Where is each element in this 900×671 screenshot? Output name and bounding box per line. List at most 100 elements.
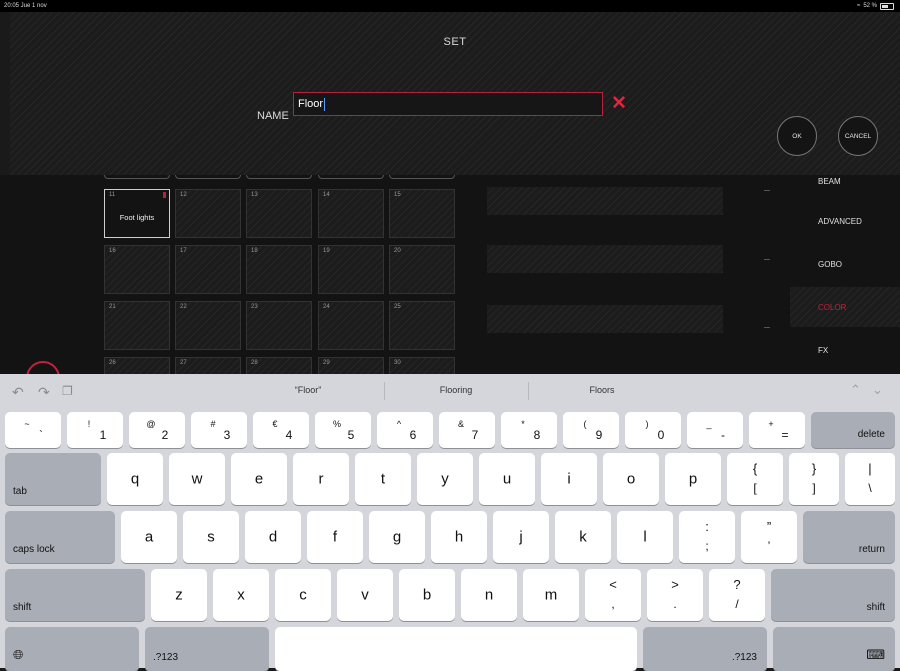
preset-cell[interactable]: 25 bbox=[389, 301, 455, 350]
letter-key[interactable]: j bbox=[493, 511, 549, 563]
letter-key[interactable]: u bbox=[479, 453, 535, 505]
delete-key[interactable]: delete bbox=[811, 412, 895, 448]
preset-cell[interactable]: 24 bbox=[318, 301, 384, 350]
key[interactable]: #3 bbox=[191, 412, 247, 448]
letter-key[interactable]: y bbox=[417, 453, 473, 505]
tab-key[interactable]: tab bbox=[5, 453, 101, 505]
key[interactable]: ~ ` bbox=[5, 412, 61, 448]
letter-key[interactable]: m bbox=[523, 569, 579, 621]
menu-item-color[interactable]: COLOR bbox=[790, 287, 900, 327]
return-key[interactable]: return bbox=[803, 511, 895, 563]
slider-band[interactable] bbox=[487, 187, 723, 215]
redo-icon[interactable]: ↷ bbox=[38, 384, 50, 401]
key[interactable]: _ - bbox=[687, 412, 743, 448]
suggestion-item[interactable]: Floors bbox=[542, 385, 662, 395]
preset-cell[interactable]: 27 bbox=[175, 357, 241, 375]
letter-key[interactable]: f bbox=[307, 511, 363, 563]
chevron-down-icon[interactable]: ⌄ bbox=[872, 382, 883, 398]
letter-key[interactable]: x bbox=[213, 569, 269, 621]
letter-key[interactable]: t bbox=[355, 453, 411, 505]
key-char: e bbox=[254, 470, 264, 488]
ok-button[interactable]: OK bbox=[777, 116, 817, 156]
symbol-key[interactable]: | \ bbox=[845, 453, 895, 505]
letter-key[interactable]: k bbox=[555, 511, 611, 563]
symbol-key[interactable]: ”’ bbox=[741, 511, 797, 563]
suggestion-item[interactable]: “Floor” bbox=[248, 385, 368, 395]
symbol-key[interactable]: :; bbox=[679, 511, 735, 563]
paste-icon[interactable]: ❐ bbox=[62, 384, 73, 398]
key[interactable]: % 5 bbox=[315, 412, 371, 448]
numbers-key-left[interactable]: .?123 bbox=[145, 627, 269, 671]
preset-cell[interactable]: 29 bbox=[318, 357, 384, 375]
key[interactable]: & 7 bbox=[439, 412, 495, 448]
chevron-up-icon[interactable]: ⌃ bbox=[850, 382, 861, 398]
symbol-key[interactable]: >. bbox=[647, 569, 703, 621]
slider-band[interactable] bbox=[487, 245, 723, 273]
numbers-key-right[interactable]: .?123 bbox=[643, 627, 767, 671]
preset-cell[interactable]: 15 bbox=[389, 189, 455, 238]
preset-cell[interactable]: 28 bbox=[246, 357, 312, 375]
caps-lock-key[interactable]: caps lock bbox=[5, 511, 115, 563]
preset-cell[interactable]: 30 bbox=[389, 357, 455, 375]
preset-cell[interactable]: 17 bbox=[175, 245, 241, 294]
key-shift-char: > bbox=[671, 577, 679, 592]
preset-cell[interactable]: 18 bbox=[246, 245, 312, 294]
letter-key[interactable]: p bbox=[665, 453, 721, 505]
clear-input-icon[interactable]: ✕ bbox=[611, 94, 627, 113]
symbol-key[interactable]: }] bbox=[789, 453, 839, 505]
space-bar[interactable] bbox=[275, 627, 637, 671]
cancel-button[interactable]: CANCEL bbox=[838, 116, 878, 156]
key[interactable]: + = bbox=[749, 412, 805, 448]
preset-cell[interactable]: 26 bbox=[104, 357, 170, 375]
undo-icon[interactable]: ↶ bbox=[12, 384, 24, 401]
shift-key-right[interactable]: shift bbox=[771, 569, 895, 621]
preset-cell[interactable]: 19 bbox=[318, 245, 384, 294]
globe-key[interactable]: 🌐︎ bbox=[5, 627, 139, 671]
letter-key[interactable]: i bbox=[541, 453, 597, 505]
shift-key-left[interactable]: shift bbox=[5, 569, 145, 621]
letter-key[interactable]: c bbox=[275, 569, 331, 621]
menu-item-beam[interactable]: BEAM bbox=[790, 175, 900, 201]
letter-key[interactable]: g bbox=[369, 511, 425, 563]
preset-cell[interactable]: 21 bbox=[104, 301, 170, 350]
preset-cell[interactable]: 11 Foot lights bbox=[104, 189, 170, 238]
menu-item-advanced[interactable]: ADVANCED bbox=[790, 201, 900, 241]
slider-band[interactable] bbox=[487, 305, 723, 333]
letter-key[interactable]: d bbox=[245, 511, 301, 563]
letter-key[interactable]: w bbox=[169, 453, 225, 505]
suggestion-item[interactable]: Flooring bbox=[396, 385, 516, 395]
preset-cell[interactable]: 22 bbox=[175, 301, 241, 350]
key[interactable]: * 8 bbox=[501, 412, 557, 448]
letter-key[interactable]: q bbox=[107, 453, 163, 505]
symbol-key[interactable]: <, bbox=[585, 569, 641, 621]
symbol-key[interactable]: ? / bbox=[709, 569, 765, 621]
key[interactable]: ^ 6 bbox=[377, 412, 433, 448]
symbol-key[interactable]: {[ bbox=[727, 453, 783, 505]
letter-key[interactable]: o bbox=[603, 453, 659, 505]
letter-key[interactable]: b bbox=[399, 569, 455, 621]
letter-key[interactable]: r bbox=[293, 453, 349, 505]
letter-key[interactable]: v bbox=[337, 569, 393, 621]
letter-key[interactable]: a bbox=[121, 511, 177, 563]
key[interactable]: (9 bbox=[563, 412, 619, 448]
preset-cell[interactable]: 16 bbox=[104, 245, 170, 294]
key[interactable]: €4 bbox=[253, 412, 309, 448]
letter-key[interactable]: e bbox=[231, 453, 287, 505]
preset-cell[interactable]: 14 bbox=[318, 189, 384, 238]
name-input[interactable]: Floor bbox=[293, 92, 603, 116]
letter-key[interactable]: l bbox=[617, 511, 673, 563]
key[interactable]: ) 0 bbox=[625, 412, 681, 448]
letter-key[interactable]: z bbox=[151, 569, 207, 621]
preset-cell[interactable]: 20 bbox=[389, 245, 455, 294]
preset-cell[interactable]: 23 bbox=[246, 301, 312, 350]
preset-cell[interactable]: 13 bbox=[246, 189, 312, 238]
letter-key[interactable]: h bbox=[431, 511, 487, 563]
key[interactable]: @2 bbox=[129, 412, 185, 448]
hide-keyboard-key[interactable]: ⌨ bbox=[773, 627, 895, 671]
preset-cell[interactable]: 12 bbox=[175, 189, 241, 238]
menu-item-gobo[interactable]: GOBO bbox=[790, 244, 900, 284]
key[interactable]: ! 1 bbox=[67, 412, 123, 448]
menu-item-fx[interactable]: FX bbox=[790, 330, 900, 370]
letter-key[interactable]: n bbox=[461, 569, 517, 621]
letter-key[interactable]: s bbox=[183, 511, 239, 563]
